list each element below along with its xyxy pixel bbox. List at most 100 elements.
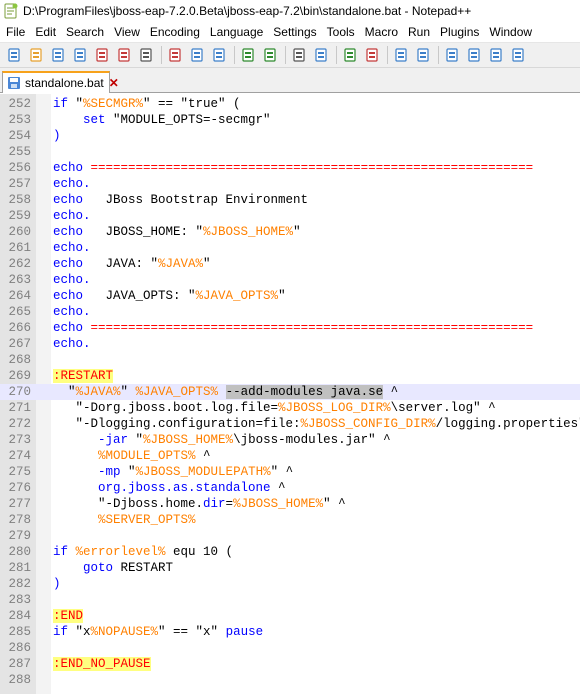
code-line[interactable]: 260 echo JBOSS_HOME: "%JBOSS_HOME%" — [0, 224, 580, 240]
menu-edit[interactable]: Edit — [30, 25, 61, 39]
menu-file[interactable]: File — [0, 25, 30, 39]
undo-icon[interactable] — [238, 45, 258, 65]
tab-standalone-bat[interactable]: standalone.bat ✕ — [2, 71, 119, 93]
indent-guide-icon[interactable] — [486, 45, 506, 65]
code-token: :END_NO_PAUSE — [53, 657, 151, 671]
sync-horizontal-icon[interactable] — [413, 45, 433, 65]
code-token: echo. — [53, 177, 91, 191]
menu-run[interactable]: Run — [403, 25, 435, 39]
code-line[interactable]: 254) — [0, 128, 580, 144]
line-number: 263 — [8, 273, 31, 287]
save-all-icon[interactable] — [70, 45, 90, 65]
code-line[interactable]: 270 "%JAVA%" %JAVA_OPTS% --add-modules j… — [0, 384, 580, 400]
replace-icon[interactable] — [311, 45, 331, 65]
code-line[interactable]: 256 echo ================================… — [0, 160, 580, 176]
zoom-in-icon[interactable] — [340, 45, 360, 65]
code-token: /logging.properties" ^ — [435, 417, 580, 431]
save-icon[interactable] — [48, 45, 68, 65]
doc-map-icon[interactable] — [508, 45, 528, 65]
code-line[interactable]: 282) — [0, 576, 580, 592]
line-code: -jar "%JBOSS_HOME%\jboss-modules.jar" ^ — [53, 432, 391, 448]
menu-tools[interactable]: Tools — [322, 25, 360, 39]
code-line[interactable]: 257 echo. — [0, 176, 580, 192]
close-icon[interactable] — [92, 45, 112, 65]
code-line[interactable]: 259 echo. — [0, 208, 580, 224]
redo-icon[interactable] — [260, 45, 280, 65]
menu-encoding[interactable]: Encoding — [145, 25, 205, 39]
menu-plugins[interactable]: Plugins — [435, 25, 484, 39]
code-token: " — [203, 257, 211, 271]
code-line[interactable]: 279 — [0, 528, 580, 544]
line-code: echo. — [53, 336, 91, 352]
code-token: set — [83, 113, 106, 127]
code-line[interactable]: 266 echo ================================… — [0, 320, 580, 336]
menu-search[interactable]: Search — [61, 25, 109, 39]
print-icon[interactable] — [136, 45, 156, 65]
code-line[interactable]: 265 echo. — [0, 304, 580, 320]
code-line[interactable]: 261 echo. — [0, 240, 580, 256]
code-line[interactable]: 288 — [0, 672, 580, 688]
code-token: echo. — [53, 305, 91, 319]
code-line[interactable]: 284:END — [0, 608, 580, 624]
code-line[interactable]: 283 — [0, 592, 580, 608]
code-line[interactable]: 274 %MODULE_OPTS% ^ — [0, 448, 580, 464]
line-number: 277 — [8, 497, 31, 511]
code-line[interactable]: 277 "-Djboss.home.dir=%JBOSS_HOME%" ^ — [0, 496, 580, 512]
code-line[interactable]: 263 echo. — [0, 272, 580, 288]
find-icon[interactable] — [289, 45, 309, 65]
close-all-icon[interactable] — [114, 45, 134, 65]
code-line[interactable]: 262 echo JAVA: "%JAVA%" — [0, 256, 580, 272]
code-line[interactable]: 278 %SERVER_OPTS% — [0, 512, 580, 528]
code-line[interactable]: 275 -mp "%JBOSS_MODULEPATH%" ^ — [0, 464, 580, 480]
code-line[interactable]: 252 if "%SECMGR%" == "true" ( — [0, 96, 580, 112]
code-line[interactable]: 268 — [0, 352, 580, 368]
new-icon[interactable] — [4, 45, 24, 65]
paste-icon[interactable] — [209, 45, 229, 65]
zoom-out-icon[interactable] — [362, 45, 382, 65]
code-line[interactable]: 281 goto RESTART — [0, 560, 580, 576]
code-line[interactable]: 253 set "MODULE_OPTS=-secmgr" — [0, 112, 580, 128]
code-line[interactable]: 286 — [0, 640, 580, 656]
code-line[interactable]: 271 "-Dorg.jboss.boot.log.file=%JBOSS_LO… — [0, 400, 580, 416]
notepadpp-app-icon — [3, 3, 19, 19]
sync-vertical-icon[interactable] — [391, 45, 411, 65]
code-line[interactable]: 264 echo JAVA_OPTS: "%JAVA_OPTS%" — [0, 288, 580, 304]
code-line[interactable]: 258 echo JBoss Bootstrap Environment — [0, 192, 580, 208]
title-bar: D:\ProgramFiles\jboss-eap-7.2.0.Beta\jbo… — [0, 0, 580, 22]
word-wrap-icon[interactable] — [442, 45, 462, 65]
code-token: ^ — [270, 481, 286, 495]
line-code: echo. — [53, 304, 91, 320]
copy-icon[interactable] — [187, 45, 207, 65]
code-line[interactable]: 276 org.jboss.as.standalone ^ — [0, 480, 580, 496]
code-line[interactable]: 267 echo. — [0, 336, 580, 352]
menu-language[interactable]: Language — [205, 25, 268, 39]
line-code: -mp "%JBOSS_MODULEPATH%" ^ — [53, 464, 293, 480]
code-token: " — [278, 289, 286, 303]
code-token: \server.log" ^ — [390, 401, 496, 415]
line-number: 269 — [8, 369, 31, 383]
code-token: "-Dlogging.configuration=file: — [53, 417, 301, 431]
cut-icon[interactable] — [165, 45, 185, 65]
close-tab-icon[interactable]: ✕ — [109, 76, 119, 90]
menu-macro[interactable]: Macro — [360, 25, 403, 39]
line-number: 262 — [8, 257, 31, 271]
code-line[interactable]: 285 if "x%NOPAUSE%" == "x" pause — [0, 624, 580, 640]
code-token: "MODULE_OPTS=-secmgr" — [105, 113, 271, 127]
menu-settings[interactable]: Settings — [268, 25, 321, 39]
code-line[interactable]: 287:END_NO_PAUSE — [0, 656, 580, 672]
code-line[interactable]: 272 "-Dlogging.configuration=file:%JBOSS… — [0, 416, 580, 432]
code-token: echo. — [53, 241, 91, 255]
code-line[interactable]: 273 -jar "%JBOSS_HOME%\jboss-modules.jar… — [0, 432, 580, 448]
menu-window[interactable]: Window — [484, 25, 537, 39]
menu-view[interactable]: View — [109, 25, 145, 39]
code-token: %JAVA% — [75, 385, 121, 399]
code-token: ========================================… — [90, 161, 534, 175]
line-code: if "%SECMGR%" == "true" ( — [53, 96, 241, 112]
show-all-chars-icon[interactable] — [464, 45, 484, 65]
code-line[interactable]: 255 — [0, 144, 580, 160]
code-editor[interactable]: 252 if "%SECMGR%" == "true" (253 set "MOD… — [0, 94, 580, 694]
open-icon[interactable] — [26, 45, 46, 65]
code-line[interactable]: 269:RESTART — [0, 368, 580, 384]
code-line[interactable]: 280 if %errorlevel% equ 10 ( — [0, 544, 580, 560]
